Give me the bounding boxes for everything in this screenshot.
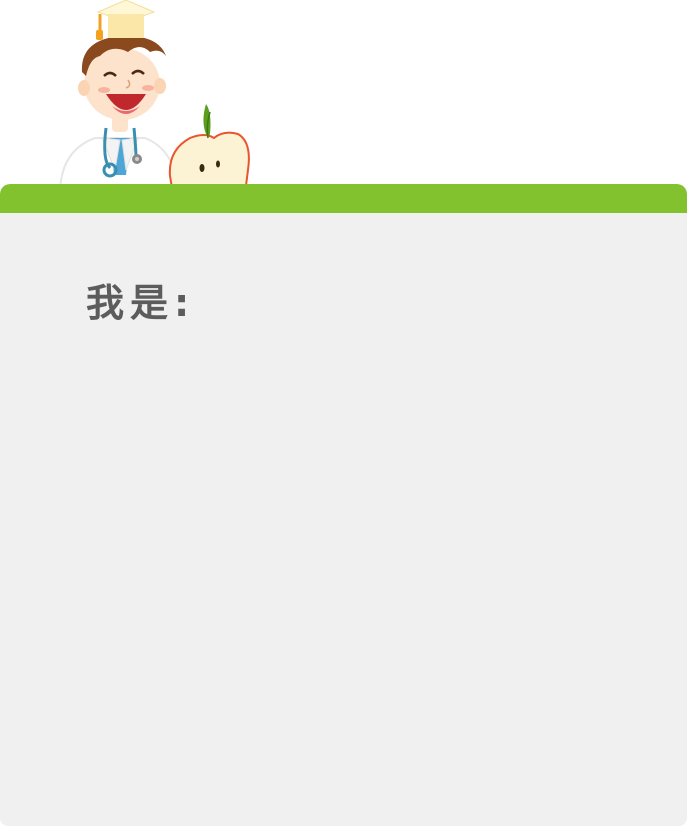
card-header-bar [0, 184, 687, 213]
graduation-cap-icon [96, 0, 156, 40]
doctor-mascot-icon [58, 0, 250, 200]
content-card: 我是: [0, 184, 687, 826]
identity-label: 我是: [86, 281, 196, 325]
page: 我是: [0, 0, 687, 826]
